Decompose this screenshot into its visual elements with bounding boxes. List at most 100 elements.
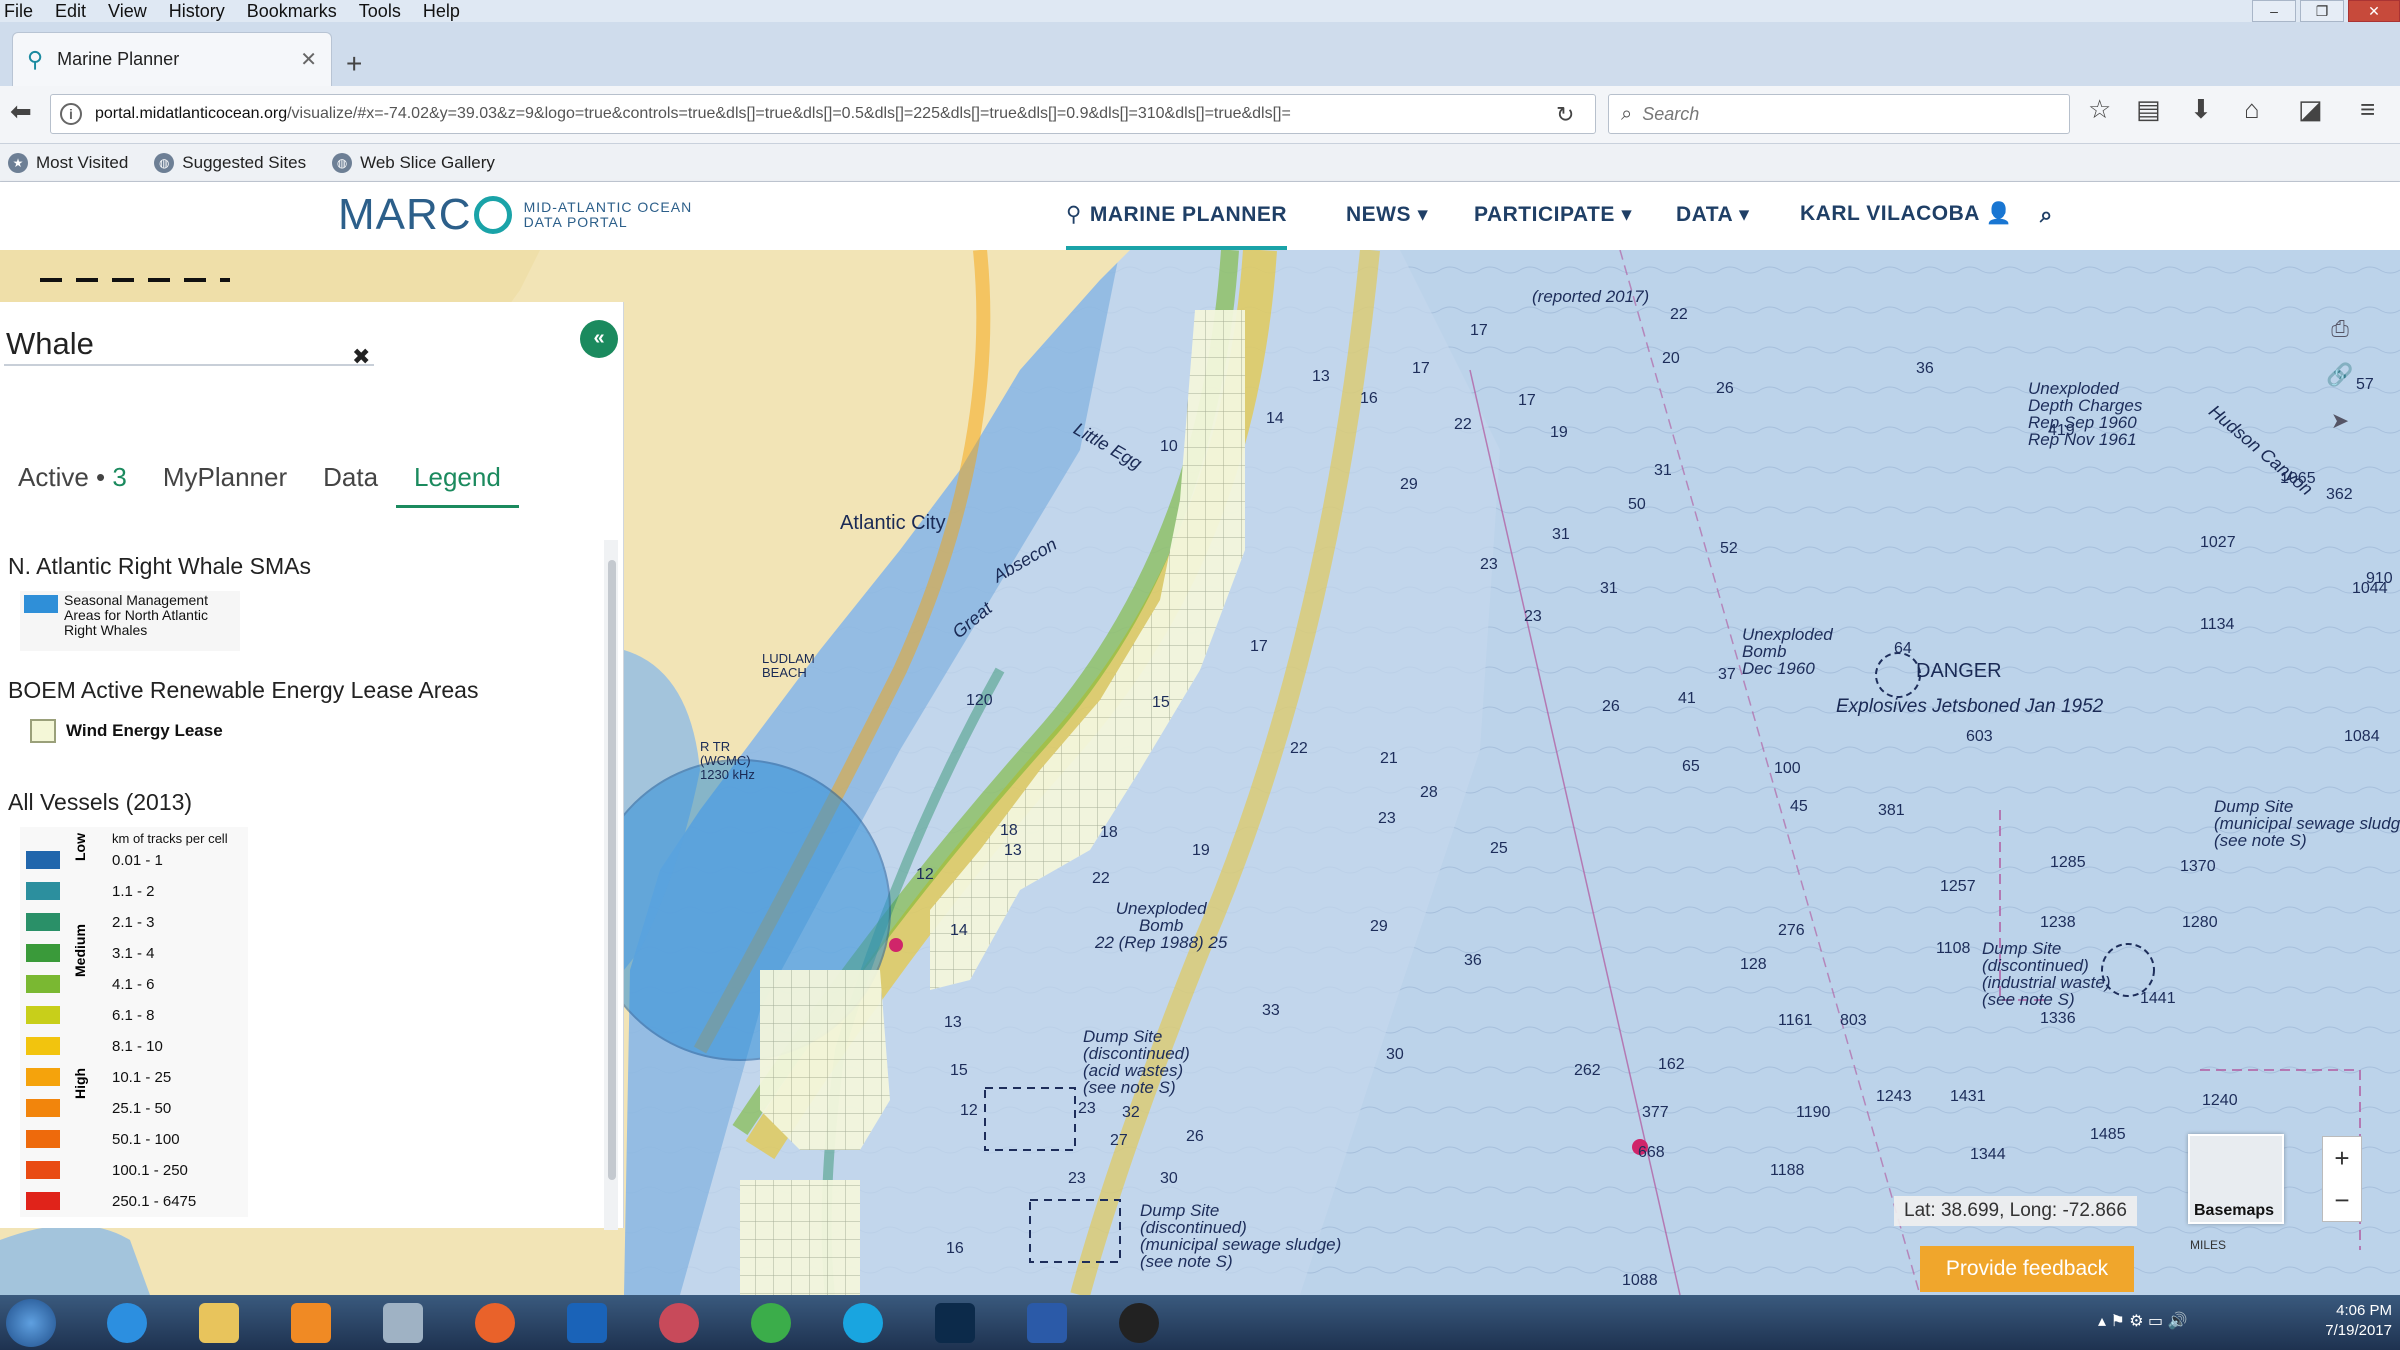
marco-logo[interactable]: MARC MID-ATLANTIC OCEAN DATA PORTAL	[338, 190, 692, 240]
clock[interactable]: 4:06 PM 7/19/2017	[2325, 1301, 2392, 1341]
depth-sounding: 1344	[1970, 1146, 2006, 1163]
menu-file[interactable]: File	[0, 1, 43, 22]
clock-date: 7/19/2017	[2325, 1322, 2392, 1339]
reading-list-icon[interactable]: ▤	[2136, 94, 2161, 125]
browser-tab[interactable]: ⚲ Marine Planner ✕	[12, 32, 332, 86]
clock-time: 4:06 PM	[2336, 1302, 2392, 1319]
depth-sounding: 1431	[1950, 1088, 1986, 1105]
star-icon[interactable]: ☆	[2088, 94, 2111, 125]
vessel-bin-swatch	[26, 1037, 60, 1055]
depth-sounding: 1285	[2050, 854, 2086, 871]
locate-arrow-icon[interactable]: ➤	[2320, 398, 2360, 444]
vessel-bin-label: 10.1 - 25	[112, 1069, 172, 1086]
depth-sounding: 100	[1774, 760, 1801, 777]
site-search-icon[interactable]: ⌕	[2040, 202, 2053, 228]
download-icon[interactable]: ⬇	[2190, 94, 2212, 125]
vessel-bin-swatch	[26, 882, 60, 900]
firefox-taskbar-icon[interactable]	[456, 1299, 534, 1347]
bookmark-most-visited[interactable]: ★ Most Visited	[8, 152, 128, 173]
print-icon[interactable]: ⎙	[2320, 306, 2360, 352]
close-window-button[interactable]: ✕	[2348, 0, 2400, 22]
depth-sounding: 803	[1840, 1012, 1867, 1029]
depth-sounding: 1027	[2200, 534, 2236, 551]
layer-search-input[interactable]: Whale	[4, 326, 374, 366]
menu-tools[interactable]: Tools	[355, 1, 411, 22]
word-taskbar-icon[interactable]	[1008, 1299, 1086, 1347]
back-button[interactable]: ⬅	[10, 96, 32, 127]
depth-sounding: 419	[2048, 422, 2075, 439]
depth-sounding: 1088	[1622, 1272, 1658, 1289]
provide-feedback-button[interactable]: Provide feedback	[1920, 1246, 2134, 1292]
depth-sounding: 31	[1600, 580, 1618, 597]
menu-bookmarks[interactable]: Bookmarks	[243, 1, 347, 22]
nav-data[interactable]: DATA ▾	[1676, 202, 1750, 227]
maximize-button[interactable]: ❐	[2300, 0, 2344, 22]
outlook-taskbar-icon[interactable]	[548, 1299, 626, 1347]
collapse-panel-button[interactable]: «	[580, 320, 618, 358]
address-bar[interactable]: portal.midatlanticocean.org/visualize/#x…	[50, 94, 1596, 134]
basemaps-button[interactable]: Basemaps	[2188, 1134, 2284, 1224]
vessel-bin-swatch	[26, 1130, 60, 1148]
zoom-out-button[interactable]: −	[2323, 1179, 2361, 1221]
ie-taskbar-icon[interactable]	[88, 1299, 166, 1347]
tab-legend[interactable]: Legend	[396, 452, 519, 508]
start-button[interactable]	[6, 1299, 56, 1347]
label-ludlam-beach: LUDLAM BEACH	[762, 651, 815, 680]
snipping-tool-taskbar-icon[interactable]	[640, 1299, 718, 1347]
depth-sounding: 33	[1262, 1002, 1280, 1019]
vessel-bin-label: 100.1 - 250	[112, 1162, 188, 1179]
legend-vessels-box: km of tracks per cell Low Medium High 0.…	[20, 827, 248, 1217]
menu-edit[interactable]: Edit	[51, 1, 96, 22]
skype-taskbar-icon[interactable]	[824, 1299, 902, 1347]
hamburger-menu-icon[interactable]: ≡	[2360, 94, 2375, 125]
caret-down-icon: ▾	[1738, 203, 1750, 226]
label-unexploded-bomb: Unexploded Bomb 22 (Rep 1988) 25	[1095, 899, 1228, 952]
bookmark-suggested-sites[interactable]: ◍ Suggested Sites	[154, 152, 306, 173]
zoom-in-button[interactable]: +	[2323, 1137, 2361, 1179]
vessel-bin-label: 2.1 - 3	[112, 914, 155, 931]
close-tab-icon[interactable]: ✕	[300, 47, 317, 72]
menu-view[interactable]: View	[104, 1, 157, 22]
search-input[interactable]: ⌕ Search	[1608, 94, 2070, 134]
label-dump-site-sludge: Dump Site (discontinued) (municipal sewa…	[1140, 1201, 1342, 1271]
tab-data[interactable]: Data	[305, 452, 396, 508]
depth-sounding: 36	[1916, 360, 1934, 377]
depth-sounding: 10	[1160, 438, 1178, 455]
link-icon[interactable]: 🔗	[2320, 352, 2360, 398]
photoshop-taskbar-icon[interactable]	[916, 1299, 994, 1347]
site-info-icon[interactable]: i	[60, 103, 82, 125]
caret-down-icon: ▾	[1417, 203, 1429, 226]
clear-search-icon[interactable]: ✖	[352, 344, 370, 370]
bookmark-web-slice-gallery[interactable]: ◍ Web Slice Gallery	[332, 152, 495, 173]
vessel-bin-swatch	[26, 1161, 60, 1179]
depth-sounding: 17	[1412, 360, 1430, 377]
vessel-bin-label: 3.1 - 4	[112, 945, 155, 962]
site-header: MARC MID-ATLANTIC OCEAN DATA PORTAL ⚲ MARI…	[0, 182, 2400, 250]
file-explorer-taskbar-icon[interactable]	[180, 1299, 258, 1347]
minimize-button[interactable]: –	[2252, 0, 2296, 22]
tab-active[interactable]: Active • 3	[0, 452, 145, 508]
home-icon[interactable]: ⌂	[2244, 94, 2260, 125]
new-tab-button[interactable]: +	[346, 48, 362, 80]
menu-help[interactable]: Help	[419, 1, 470, 22]
media-player-taskbar-icon[interactable]	[272, 1299, 350, 1347]
nav-participate[interactable]: PARTICIPATE ▾	[1474, 202, 1632, 227]
tab-myplanner[interactable]: MyPlanner	[145, 452, 305, 508]
tab-label: Active	[18, 462, 89, 492]
nav-marine-planner[interactable]: ⚲ MARINE PLANNER	[1066, 182, 1288, 250]
nav-user[interactable]: KARL VILACOBA 👤	[1800, 202, 2012, 226]
nav-news[interactable]: NEWS ▾	[1346, 202, 1428, 227]
menu-history[interactable]: History	[165, 1, 235, 22]
app-taskbar-icon[interactable]	[364, 1299, 442, 1347]
depth-sounding: 37	[1718, 666, 1736, 683]
panel-scroll-thumb[interactable]	[608, 560, 616, 1180]
reload-icon[interactable]: ↻	[1556, 102, 1574, 128]
depth-sounding: 31	[1654, 462, 1672, 479]
system-tray-icons[interactable]: ▴ ⚑ ⚙ ▭ 🔊	[2098, 1311, 2188, 1331]
depth-sounding: 1190	[1796, 1104, 1831, 1121]
chrome-taskbar-icon[interactable]	[732, 1299, 810, 1347]
obs-taskbar-icon[interactable]	[1100, 1299, 1178, 1347]
vessel-bin-label: 8.1 - 10	[112, 1038, 163, 1055]
label-unexploded-depth-charges: Unexploded Depth Charges Rep Sep 1960 Re…	[2028, 379, 2143, 449]
pocket-icon[interactable]: ◪	[2298, 94, 2323, 125]
